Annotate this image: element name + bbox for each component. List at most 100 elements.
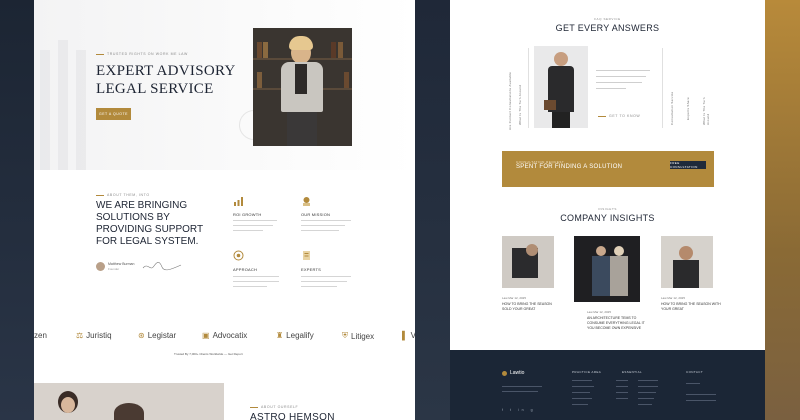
footer-link[interactable] bbox=[638, 404, 652, 405]
faq-vertical-label: What Is The Turn Around bbox=[702, 97, 710, 125]
brand-logo: ⊛ Legistar bbox=[138, 331, 177, 340]
bottom-section-title: ASTRO HEMSON bbox=[250, 412, 335, 420]
footer-link[interactable] bbox=[572, 398, 592, 399]
brand-logo: zen bbox=[34, 331, 47, 340]
footer-link[interactable] bbox=[638, 386, 658, 387]
services-page-preview: Faq Service GET EVERY ANSWERS Are Contac… bbox=[450, 0, 765, 420]
faq-photo-caption: Get To Know bbox=[598, 114, 640, 118]
signature-icon bbox=[142, 262, 182, 271]
footer-link[interactable] bbox=[572, 404, 588, 405]
footer-text-line bbox=[502, 386, 542, 387]
pillar-icon: ♜ bbox=[276, 331, 284, 340]
feature-text-line bbox=[301, 276, 351, 278]
bottom-eyebrow: About Ourself bbox=[250, 405, 298, 409]
footer-link[interactable] bbox=[616, 386, 628, 387]
footer-column-heading: Contact bbox=[686, 370, 704, 374]
feature-text-line bbox=[301, 230, 339, 232]
get-quote-button[interactable]: Get a Quote bbox=[96, 108, 131, 120]
faq-vertical-label: Are Contact Consultations Available bbox=[508, 71, 512, 130]
about-title: WE ARE BRINGING SOLUTIONS BY PROVIDING S… bbox=[96, 200, 203, 247]
faq-text-line bbox=[596, 70, 650, 72]
footer-contact-line bbox=[686, 394, 716, 395]
insights-title: COMPANY INSIGHTS bbox=[560, 213, 655, 223]
footer-link[interactable] bbox=[616, 398, 628, 399]
team-photo bbox=[34, 383, 224, 420]
faq-text-line bbox=[596, 82, 642, 84]
footer-link[interactable] bbox=[572, 386, 594, 387]
backdrop-left bbox=[0, 0, 34, 420]
footer-link[interactable] bbox=[638, 398, 654, 399]
insight-image[interactable] bbox=[502, 236, 554, 288]
shield-icon: ⛨ bbox=[342, 331, 348, 340]
brand-logo: ⚖ Juristiq bbox=[76, 331, 112, 340]
brand-logo: ▣ Advocatix bbox=[202, 331, 248, 340]
brand-logo: ♜ Legalify bbox=[276, 331, 314, 340]
feature-title-experts: EXPERTS bbox=[301, 267, 321, 272]
social-icons[interactable]: f t in g bbox=[502, 408, 536, 412]
feature-text-line bbox=[233, 225, 273, 227]
building-icon: ▣ bbox=[202, 331, 210, 340]
feature-text-line bbox=[233, 276, 279, 278]
footer-link[interactable] bbox=[616, 380, 628, 381]
feature-text-line bbox=[301, 281, 347, 283]
feature-text-line bbox=[301, 286, 337, 288]
hero-section: Trusted Rights on Work Me Law EXPERT ADV… bbox=[34, 0, 415, 170]
author-name: Matthew Burman bbox=[108, 262, 135, 266]
insights-eyebrow: Insights bbox=[598, 207, 617, 211]
document-icon bbox=[303, 251, 310, 260]
footer-logo[interactable]: Lawtio bbox=[502, 370, 524, 376]
faq-divider bbox=[662, 48, 663, 128]
insight-image[interactable] bbox=[661, 236, 713, 288]
feature-text-line bbox=[233, 230, 263, 232]
logo-icon bbox=[502, 370, 507, 376]
cta-title: SPENT FOR FINDING A SOLUTION bbox=[516, 164, 623, 170]
faq-vertical-label: Consultation Service bbox=[670, 91, 674, 125]
insight-meta: Law Mar 12, 2025 bbox=[661, 296, 686, 300]
author-role: Founder bbox=[108, 267, 120, 271]
footer-link[interactable] bbox=[572, 380, 592, 381]
faq-text-line bbox=[596, 88, 626, 90]
footer-link[interactable] bbox=[616, 392, 628, 393]
backdrop-right bbox=[765, 0, 800, 420]
feature-title-roi: ROI GROWTH bbox=[233, 212, 262, 217]
author-avatar bbox=[96, 262, 105, 271]
backdrop-middle bbox=[415, 0, 450, 420]
homepage-preview: Trusted Rights on Work Me Law EXPERT ADV… bbox=[34, 0, 415, 420]
feature-text-line bbox=[301, 220, 351, 222]
footer-contact-line bbox=[686, 383, 700, 384]
faq-lawyer-photo bbox=[534, 46, 588, 128]
hero-columns-background bbox=[34, 20, 104, 170]
feature-text-line bbox=[233, 281, 279, 283]
about-eyebrow: About Them, Into bbox=[96, 193, 150, 197]
site-footer bbox=[450, 350, 765, 420]
insight-meta: Law Mar 12, 2025 bbox=[502, 296, 527, 300]
insight-title[interactable]: AN ARCHITECTURE TEMS TO CONSUME EVERYTHI… bbox=[587, 316, 647, 331]
footer-link[interactable] bbox=[572, 392, 590, 393]
insight-title[interactable]: HOW TO BRING THE SEASON WITH YOUR GREAT bbox=[661, 302, 721, 312]
feature-text-line bbox=[301, 225, 345, 227]
insight-title[interactable]: HOW TO BRING THE SEASON SOLD YOUR GREAT bbox=[502, 302, 562, 312]
faq-divider bbox=[528, 48, 529, 128]
hero-title: EXPERT ADVISORY LEGAL SERVICE bbox=[96, 63, 236, 97]
feature-title-mission: OUR MISSION bbox=[301, 212, 331, 217]
target-icon bbox=[233, 250, 244, 261]
scale-icon: ⚖ bbox=[76, 331, 84, 340]
hero-lawyer-photo bbox=[253, 28, 352, 146]
footer-link[interactable] bbox=[638, 380, 658, 381]
footer-column-heading: Essential bbox=[622, 370, 643, 374]
brand-logo: ▌ V bbox=[402, 331, 415, 340]
faq-vertical-label: Experts Share bbox=[686, 97, 690, 120]
faq-eyebrow: Faq Service bbox=[594, 17, 621, 21]
footer-link[interactable] bbox=[638, 392, 656, 393]
faq-title: GET EVERY ANSWERS bbox=[555, 23, 660, 33]
faq-vertical-label: What Is The Turn Around bbox=[518, 84, 522, 125]
brand-logo: ⛨ Litigex bbox=[342, 331, 375, 341]
feature-text-line bbox=[233, 220, 277, 222]
feature-title-approach: APPROACH bbox=[233, 267, 258, 272]
bar-icon: ▌ bbox=[402, 331, 408, 340]
insight-image[interactable] bbox=[574, 236, 640, 302]
footer-column-heading: Practice Area bbox=[572, 370, 602, 374]
chart-icon bbox=[234, 197, 243, 206]
medal-icon bbox=[303, 197, 310, 206]
free-consultation-button[interactable]: Free Consultation bbox=[670, 161, 706, 169]
